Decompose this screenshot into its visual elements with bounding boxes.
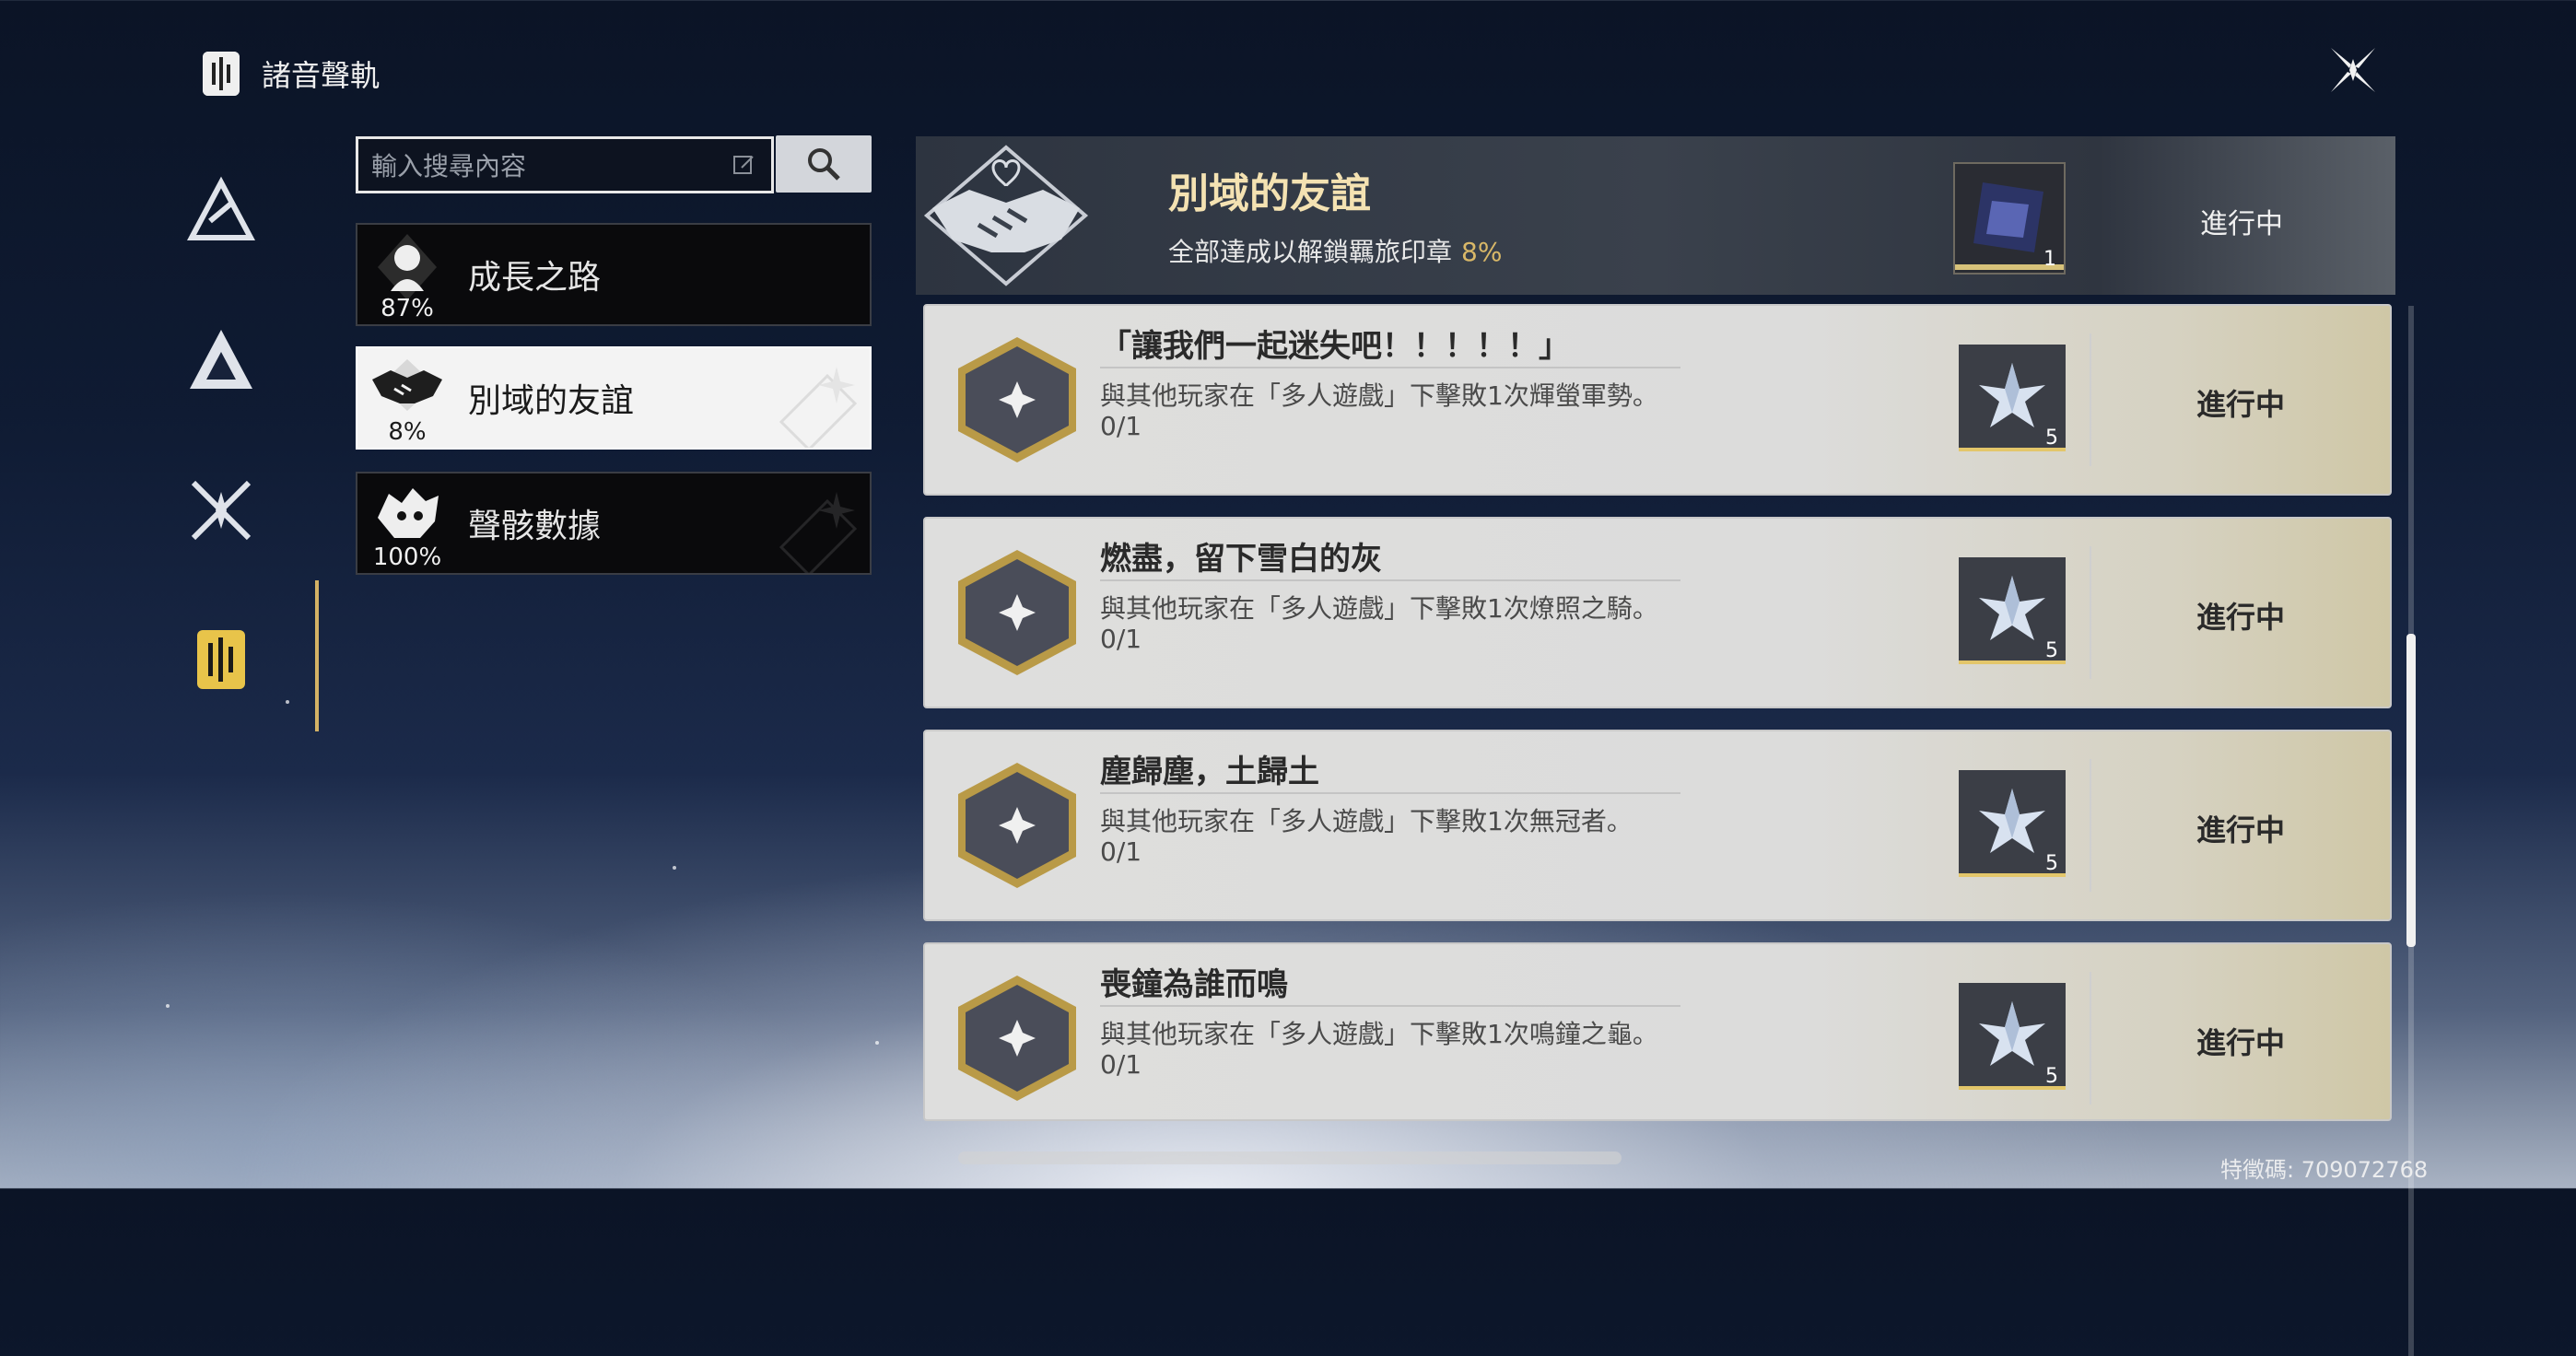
category-percent: 100%: [372, 544, 442, 571]
category-percent: 8%: [388, 418, 427, 446]
hexagon-badge-icon: [958, 763, 1076, 888]
search-input[interactable]: 輸入搜尋內容: [356, 136, 774, 193]
achievement-progress: 0/1: [1100, 624, 1142, 654]
rail-active-indicator: [315, 580, 319, 731]
achievement-desc: 與其他玩家在「多人遊戲」下擊敗1次燎照之騎。: [1100, 593, 1658, 624]
achievement-title: 「讓我們一起迷失吧！！！！！」: [1100, 328, 1570, 365]
title-divider: [1100, 1005, 1680, 1007]
banner-subtitle-text: 全部達成以解鎖羈旅印章: [1168, 237, 1453, 267]
category-thumb: 8%: [357, 348, 457, 448]
category-percent: 87%: [381, 295, 434, 322]
rail-item-1[interactable]: [175, 166, 267, 258]
banner-status: 進行中: [2200, 208, 2283, 240]
banner-subtitle: 全部達成以解鎖羈旅印章 8%: [1168, 232, 1502, 269]
achievement-title: 塵歸塵，土歸土: [1100, 754, 1319, 790]
mountain-icon: [190, 330, 252, 389]
triangle-rune-icon: [187, 176, 255, 240]
achievement-status: 進行中: [2196, 812, 2286, 848]
category-thumb: 100%: [357, 473, 457, 573]
divider: [2090, 333, 2091, 466]
banner-percent: 8%: [1461, 237, 1503, 267]
achievement-desc: 與其他玩家在「多人遊戲」下擊敗1次無冠者。: [1100, 806, 1633, 836]
category-thumb: 87%: [357, 225, 457, 324]
list-scrollbar-thumb[interactable]: [2406, 634, 2416, 947]
person-icon: [378, 234, 437, 300]
rail-item-soundtrack[interactable]: [175, 614, 267, 706]
category-name: 別域的友誼: [468, 382, 635, 420]
category-name: 聲骸數據: [468, 508, 602, 545]
category-echo-data[interactable]: 100% 聲骸數據: [356, 472, 872, 575]
page-title: 諸音聲軌: [262, 58, 381, 93]
diamond-deco-icon: [779, 492, 858, 573]
reward-quantity: 5: [2045, 427, 2058, 450]
achievement-reward[interactable]: 5: [1959, 770, 2066, 877]
soundtrack-icon: [203, 52, 240, 96]
achievement-progress: 0/1: [1100, 836, 1142, 867]
achievement-title: 燃盡，留下雪白的灰: [1100, 541, 1382, 578]
title-divider: [1100, 579, 1680, 581]
rail-item-3[interactable]: [175, 464, 267, 556]
category-banner: 別域的友誼 全部達成以解鎖羈旅印章 8% 1 進行中: [916, 136, 2395, 295]
achievement-status: 進行中: [2196, 1025, 2286, 1060]
close-icon: [2331, 48, 2375, 92]
achievement-card[interactable]: 「讓我們一起迷失吧！！！！！」 與其他玩家在「多人遊戲」下擊敗1次輝螢軍勢。 0…: [923, 304, 2392, 496]
reward-quantity: 1: [2043, 248, 2056, 271]
achievement-reward[interactable]: 5: [1959, 983, 2066, 1090]
reward-quantity: 5: [2045, 852, 2058, 875]
rail-item-2[interactable]: [175, 315, 267, 407]
title-divider: [1100, 792, 1680, 794]
hexagon-badge-icon: [958, 976, 1076, 1101]
page-header: 諸音聲軌: [203, 52, 380, 96]
banner-reward[interactable]: 1: [1953, 162, 2066, 275]
achievement-progress: 0/1: [1100, 411, 1142, 441]
search-button[interactable]: [776, 135, 872, 193]
banner-title: 別域的友誼: [1168, 170, 1371, 217]
handshake-emblem-icon: [923, 145, 1089, 286]
hexagon-badge-icon: [958, 337, 1076, 462]
achievement-status: 進行中: [2196, 600, 2286, 635]
echo-creature-icon: [378, 488, 439, 538]
achievement-desc: 與其他玩家在「多人遊戲」下擊敗1次鳴鐘之龜。: [1100, 1019, 1658, 1049]
title-divider: [1100, 367, 1680, 368]
achievement-desc: 與其他玩家在「多人遊戲」下擊敗1次輝螢軍勢。: [1100, 380, 1658, 411]
achievement-status: 進行中: [2196, 387, 2286, 422]
divider: [2090, 972, 2091, 1105]
handshake-icon: [372, 359, 442, 411]
edit-icon: [733, 156, 754, 174]
close-button[interactable]: [2324, 41, 2383, 99]
achievement-card[interactable]: 燃盡，留下雪白的灰 與其他玩家在「多人遊戲」下擊敗1次燎照之騎。 0/1 5 進…: [923, 517, 2392, 708]
player-uid: 特徵碼: 709072768: [2220, 1157, 2429, 1183]
category-growth[interactable]: 87% 成長之路: [356, 223, 872, 326]
achievement-title: 喪鐘為誰而鳴: [1100, 966, 1288, 1003]
soundtrack-active-icon: [197, 630, 245, 689]
reward-quantity: 5: [2045, 639, 2058, 662]
divider: [2090, 546, 2091, 679]
achievement-reward[interactable]: 5: [1959, 557, 2066, 664]
hexagon-badge-icon: [958, 550, 1076, 675]
search-placeholder: 輸入搜尋內容: [371, 151, 527, 181]
reward-quantity: 5: [2045, 1065, 2058, 1088]
category-friendship[interactable]: 8% 別域的友誼: [356, 346, 872, 450]
divider: [2090, 759, 2091, 892]
category-name: 成長之路: [468, 259, 602, 297]
achievement-card[interactable]: 塵歸塵，土歸土 與其他玩家在「多人遊戲」下擊敗1次無冠者。 0/1 5 進行中: [923, 730, 2392, 921]
horizontal-scrollbar[interactable]: [958, 1151, 1622, 1164]
search-icon: [808, 148, 840, 181]
achievement-progress: 0/1: [1100, 1049, 1142, 1080]
diamond-deco-icon: [779, 367, 858, 448]
achievement-card[interactable]: 喪鐘為誰而鳴 與其他玩家在「多人遊戲」下擊敗1次鳴鐘之龜。 0/1 5 進行中: [923, 942, 2392, 1121]
achievement-reward[interactable]: 5: [1959, 345, 2066, 451]
crossed-swords-icon: [191, 480, 252, 541]
